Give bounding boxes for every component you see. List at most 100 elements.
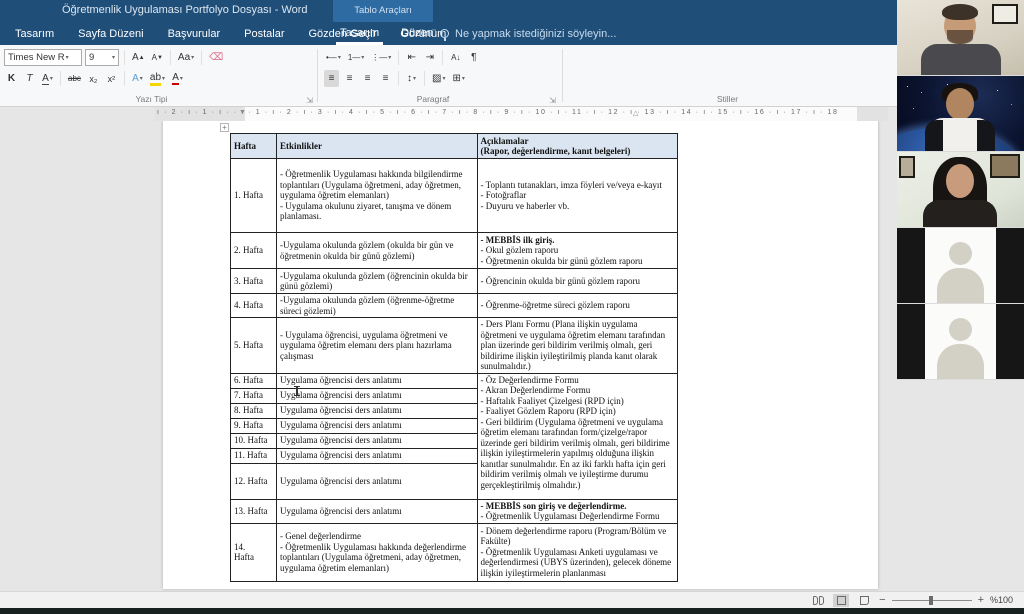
activity-line: Uygulama öğrencisi ders anlatımı <box>280 390 402 401</box>
notes-cell[interactable]: - Öğrenme-öğretme süreci gözlem raporu <box>476 293 678 318</box>
tab-başvurular[interactable]: Başvurular <box>168 28 221 40</box>
horizontal-ruler[interactable]: ı · 2 · ı · 1 · ı · · ı · 1 · ı · 2 · ı … <box>155 107 888 121</box>
font-size-combo[interactable]: 9 ▾ <box>85 49 119 66</box>
dialog-launcher-icon[interactable]: ⇲ <box>549 96 556 105</box>
tab-postalar[interactable]: Postalar <box>244 28 284 40</box>
strikethrough-button[interactable]: abc <box>66 70 83 87</box>
read-mode-button[interactable] <box>810 594 826 607</box>
activities-cell[interactable]: -Uygulama okulunda gözlem (okulda bir gü… <box>276 232 478 269</box>
borders-button[interactable]: ⊞ ▾ <box>450 70 466 87</box>
notes-cell[interactable]: - Öz Değerlendirme Formu - Akran Değerlen… <box>476 372 678 500</box>
dialog-launcher-icon[interactable]: ⇲ <box>306 96 313 105</box>
underline-button[interactable]: A ▾ <box>40 70 55 87</box>
activities-cell[interactable]: Uygulama öğrencisi ders anlatımı <box>276 372 478 389</box>
head-shape <box>946 88 974 120</box>
week-cell[interactable]: 9. Hafta <box>230 417 277 434</box>
note-line: - MEBBİS son giriş ve değerlendirme. <box>480 500 627 511</box>
activities-cell[interactable]: Uygulama öğrencisi ders anlatımı <box>276 432 478 449</box>
tell-me-box[interactable]: Ne yapmak istediğinizi söyleyin... <box>440 22 616 45</box>
decrease-indent-button[interactable]: ⇤ <box>404 49 419 66</box>
video-tile-5-avatar-placeholder[interactable] <box>897 304 1024 379</box>
align-left-button[interactable]: ≡ <box>324 70 339 87</box>
align-right-button[interactable]: ≡ <box>360 70 375 87</box>
indent-marker-icon[interactable]: ▼ <box>239 109 246 116</box>
contextual-tab-düzen[interactable]: Düzen <box>399 23 435 44</box>
activities-cell[interactable]: Uygulama öğrencisi ders anlatımı <box>276 462 478 500</box>
activities-cell[interactable]: - Öğretmenlik Uygulaması hakkında bilgil… <box>276 158 478 233</box>
notes-cell[interactable]: - Dönem değerlendirme raporu (Program/Bö… <box>476 522 678 582</box>
activities-cell[interactable]: - Genel değerlendirme - Öğretmenlik Uygul… <box>276 522 478 582</box>
week-cell[interactable]: 1. Hafta <box>230 158 277 233</box>
table-row: 2. Hafta -Uygulama okulunda gözlem (okuld… <box>230 232 678 269</box>
week-cell[interactable]: 11. Hafta <box>230 447 277 464</box>
video-tile-1-video[interactable] <box>897 0 1024 75</box>
justify-button[interactable]: ≡ <box>378 70 393 87</box>
activities-cell[interactable]: Uygulama öğrencisi ders anlatımı <box>276 402 478 419</box>
activities-cell[interactable]: -Uygulama okulunda gözlem (öğrenme-öğret… <box>276 293 478 318</box>
week-cell[interactable]: 2. Hafta <box>230 232 277 269</box>
week-cell[interactable]: 8. Hafta <box>230 402 277 419</box>
week-cell[interactable]: 10. Hafta <box>230 432 277 449</box>
shading-button[interactable]: ▨ ▾ <box>430 70 447 87</box>
multilevel-list-button[interactable]: ⋮— ▾ <box>369 49 393 66</box>
align-center-button[interactable]: ≡ <box>342 70 357 87</box>
table-move-handle[interactable]: + <box>220 123 229 132</box>
activities-cell[interactable]: Uygulama öğrencisi ders anlatımı <box>276 417 478 434</box>
activities-cell[interactable]: -Uygulama okulunda gözlem (öğrencinin ok… <box>276 268 478 294</box>
sort-button[interactable]: A↓ <box>448 49 463 66</box>
zoom-out-button[interactable]: − <box>879 594 885 606</box>
subscript-button[interactable]: x₂ <box>86 70 101 87</box>
superscript-button[interactable]: x² <box>104 70 119 87</box>
video-tile-4-avatar-placeholder[interactable] <box>897 228 1024 303</box>
web-layout-button[interactable] <box>856 594 872 607</box>
video-tile-3-video[interactable] <box>897 152 1024 227</box>
header-notes: Açıklamalar (Rapor, değerlendirme, kanıt … <box>476 133 678 159</box>
italic-button[interactable]: T <box>22 70 37 87</box>
week-cell[interactable]: 6. Hafta <box>230 372 277 389</box>
week-cell[interactable]: 3. Hafta <box>230 268 277 294</box>
notes-cell[interactable]: - Ders Planı Formu (Plana ilişkin uygula… <box>476 317 678 374</box>
notes-cell[interactable]: - Toplantı tutanakları, imza föyleri ve/… <box>476 158 678 233</box>
print-layout-button[interactable] <box>833 593 850 607</box>
font-name-combo[interactable]: Times New R ▾ <box>4 49 82 66</box>
line-spacing-button[interactable]: ↕ ▾ <box>404 70 419 87</box>
activities-cell[interactable]: Uygulama öğrencisi ders anlatımı <box>276 447 478 464</box>
notes-cell[interactable]: - Öğrencinin okulda bir günü gözlem rapo… <box>476 268 678 294</box>
numbering-button[interactable]: 1— ▾ <box>346 49 366 66</box>
font-color-button[interactable]: A ▾ <box>170 70 185 87</box>
activity-line: Uygulama öğrencisi ders anlatımı <box>280 375 402 386</box>
document-page[interactable]: + Hafta Etkinlikler Açıklamalar (Rapor, değ… <box>163 121 878 589</box>
notes-cell[interactable]: - MEBBİS ilk giriş. - Okul gözlem raporu -… <box>476 232 678 269</box>
week-cell[interactable]: 5. Hafta <box>230 317 277 374</box>
highlight-button[interactable]: ab ▾ <box>148 70 167 87</box>
activities-cell[interactable]: Uygulama öğrencisi ders anlatımı <box>276 387 478 404</box>
zoom-slider-thumb[interactable] <box>928 595 933 605</box>
activity-line: Uygulama öğrencisi ders anlatımı <box>280 435 402 446</box>
shrink-font-button[interactable]: A ▼ <box>150 49 165 66</box>
bullets-button[interactable]: •— ▾ <box>324 49 343 66</box>
tab-sayfa-düzeni[interactable]: Sayfa Düzeni <box>78 28 143 40</box>
week-cell[interactable]: 14. Hafta <box>230 522 277 582</box>
contextual-tab-tasarım[interactable]: Tasarım <box>336 23 384 45</box>
week-cell[interactable]: 7. Hafta <box>230 387 277 404</box>
notes-cell[interactable]: - MEBBİS son giriş ve değerlendirme. - Öğ… <box>476 498 678 524</box>
tab-tasarım[interactable]: Tasarım <box>15 28 54 40</box>
schedule-table[interactable]: Hafta Etkinlikler Açıklamalar (Rapor, değer… <box>230 133 678 582</box>
week-cell[interactable]: 13. Hafta <box>230 498 277 524</box>
increase-indent-button[interactable]: ⇥ <box>422 49 437 66</box>
activities-cell[interactable]: - Uygulama öğrencisi, uygulama öğretmeni… <box>276 317 478 374</box>
zoom-slider[interactable] <box>891 595 972 605</box>
bold-button[interactable]: K <box>4 70 19 87</box>
video-tile-2-video[interactable] <box>897 76 1024 151</box>
clear-formatting-button[interactable]: ⌫ <box>207 49 225 66</box>
grow-font-button[interactable]: A ▲ <box>130 49 147 66</box>
text-effects-button[interactable]: A ▾ <box>130 70 145 87</box>
zoom-level[interactable]: %100 <box>990 595 1016 605</box>
activities-cell[interactable]: Uygulama öğrencisi ders anlatımı <box>276 498 478 524</box>
zoom-in-button[interactable]: + <box>978 594 984 606</box>
right-indent-marker-icon[interactable]: △ <box>633 109 638 117</box>
change-case-button[interactable]: Aa ▾ <box>176 49 196 66</box>
paragraph-marks-button[interactable]: ¶ <box>466 49 481 66</box>
week-cell[interactable]: 4. Hafta <box>230 293 277 318</box>
week-cell[interactable]: 12. Hafta <box>230 462 277 500</box>
